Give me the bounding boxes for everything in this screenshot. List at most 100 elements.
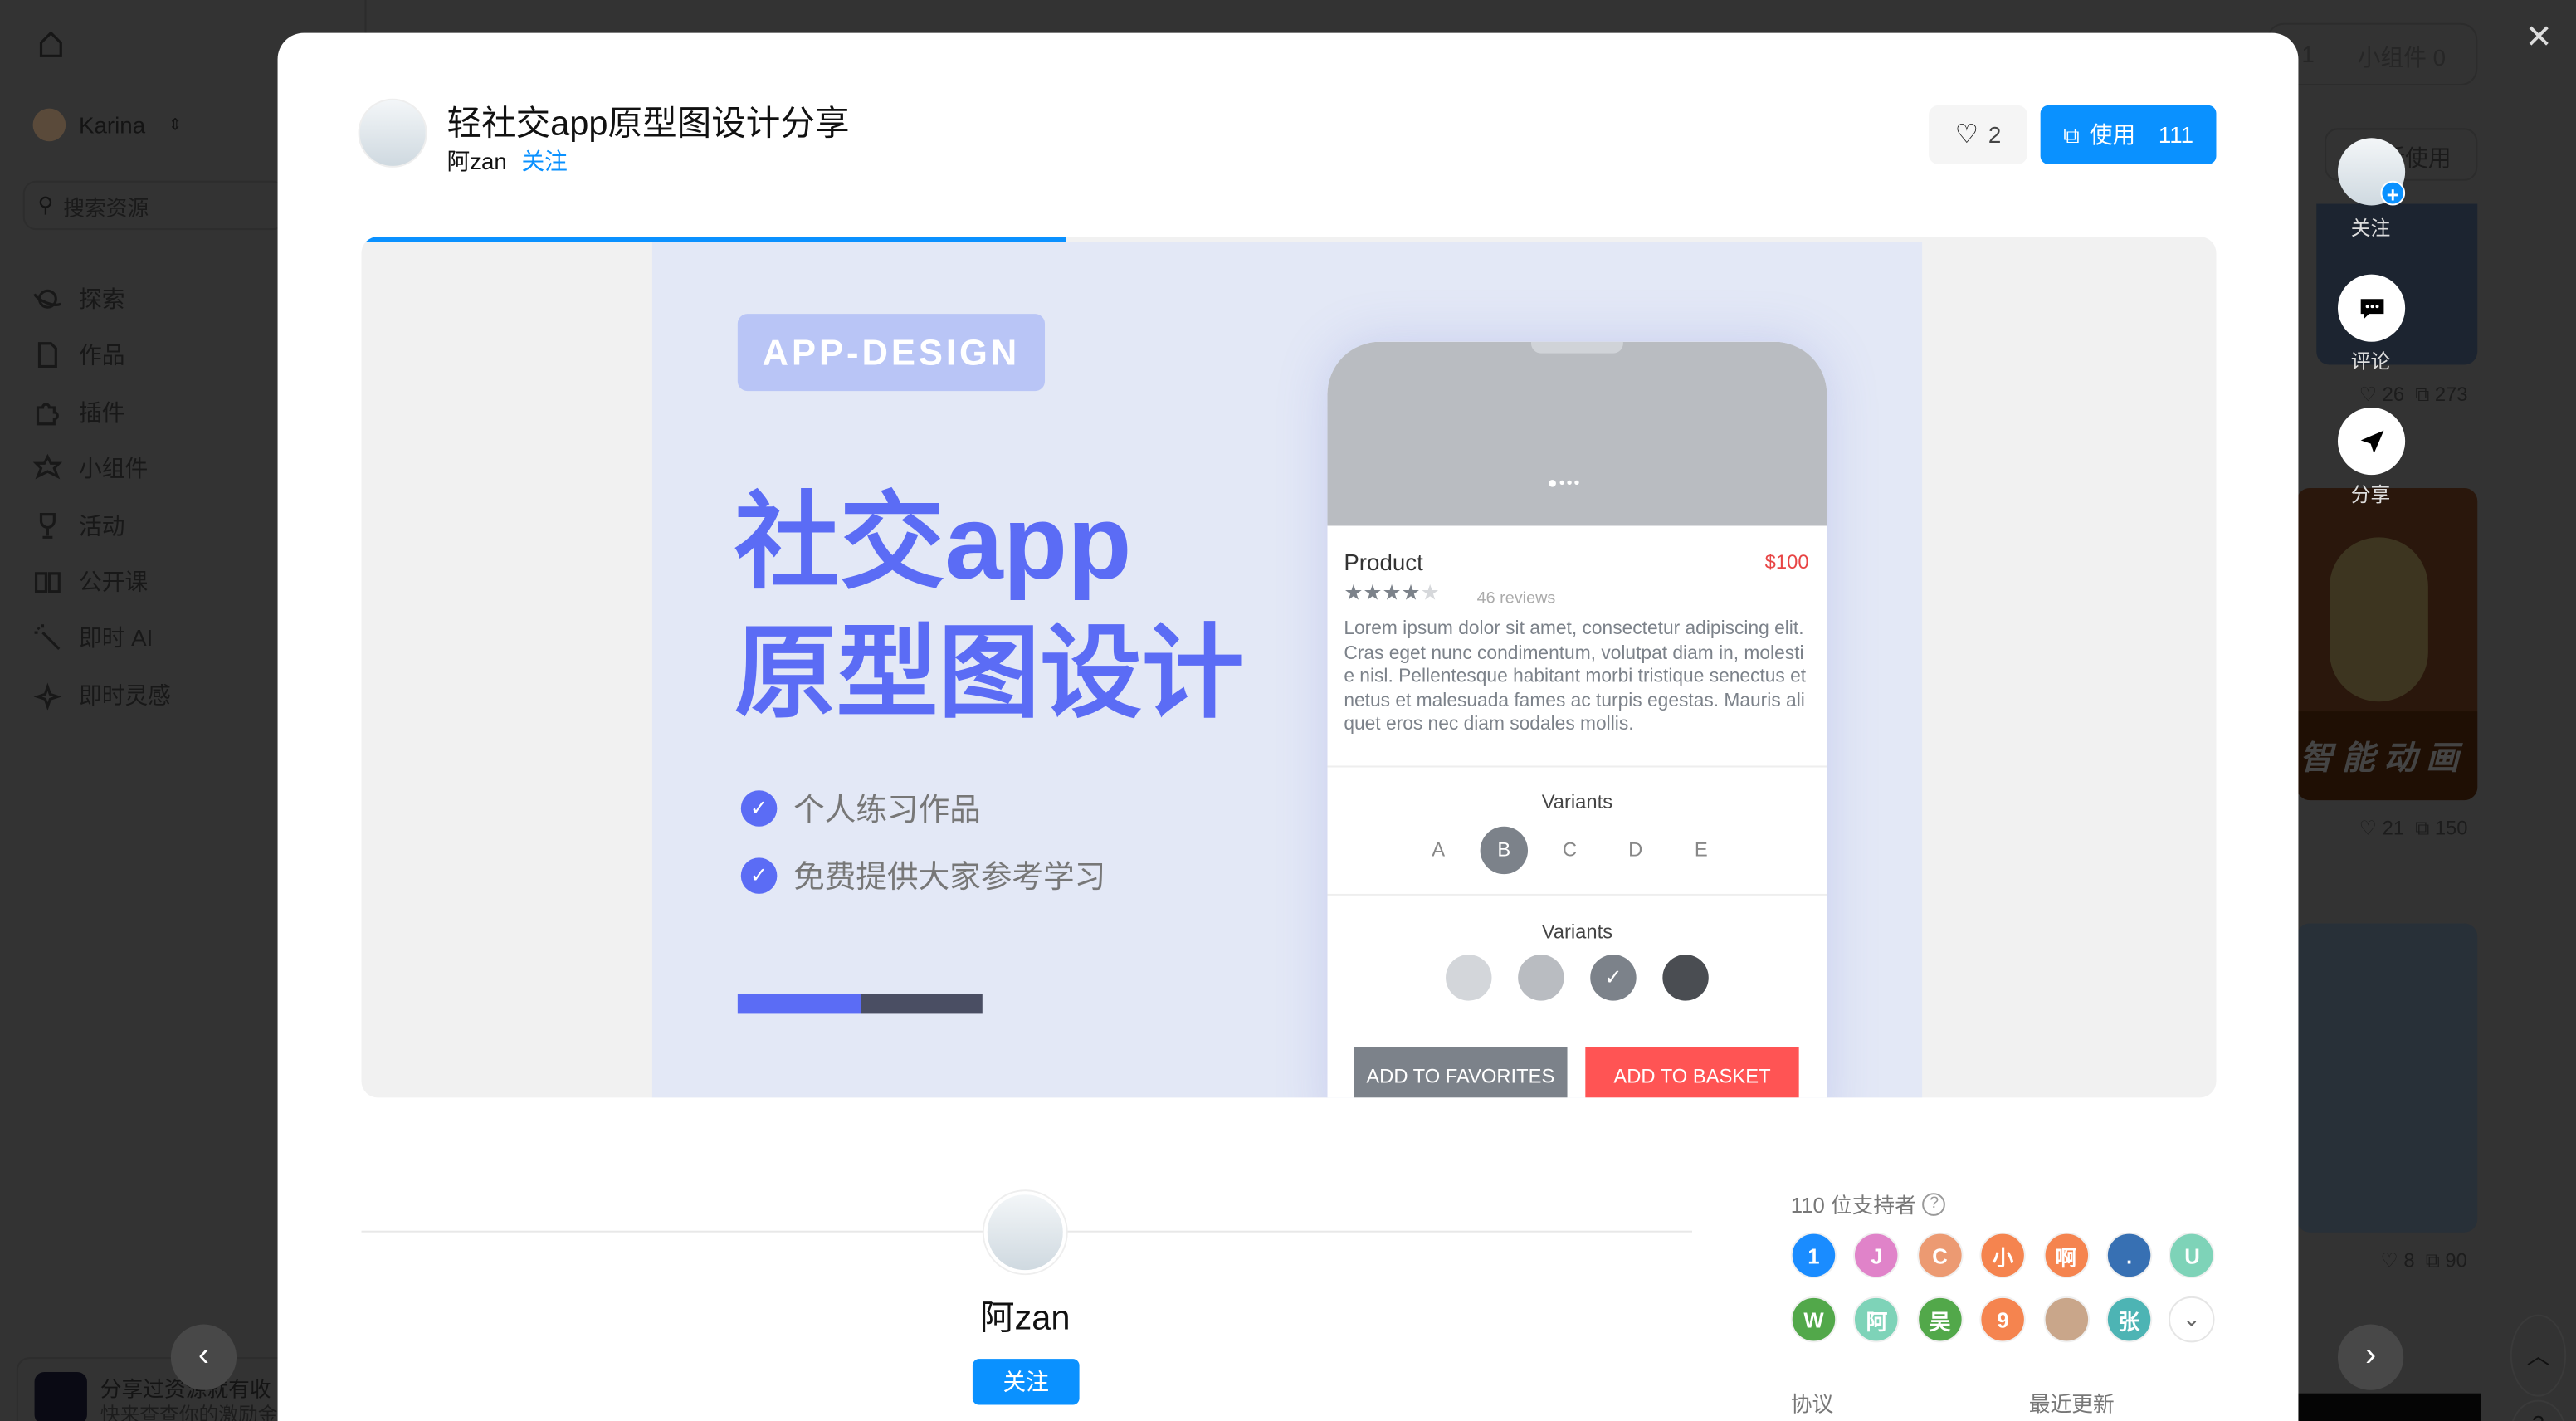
user-name: Karina: [79, 111, 146, 139]
use-count: 111: [2158, 121, 2194, 149]
supporter-avatar[interactable]: C: [1916, 1232, 1964, 1279]
card-likes: 21: [2382, 816, 2405, 840]
planet-icon: [33, 289, 61, 309]
search-icon: ⚲: [37, 192, 54, 217]
close-icon[interactable]: ✕: [2525, 17, 2553, 57]
sidebar-item-2[interactable]: 插件: [33, 396, 125, 429]
share-action-label: 分享: [2350, 483, 2391, 506]
review-count: 46 reviews: [1476, 589, 1556, 608]
headline-1: 社交app: [734, 483, 1132, 602]
color-options: ✓: [1446, 955, 1709, 1001]
variants-label: Variants: [1541, 790, 1613, 813]
supporter-avatar[interactable]: 啊: [2042, 1232, 2090, 1279]
search-input[interactable]: ⚲ 搜索资源: [22, 180, 286, 231]
author-name[interactable]: 阿zan: [446, 148, 506, 174]
product-price: $100: [1764, 550, 1809, 574]
rating-stars: ★★★★★: [1344, 579, 1440, 605]
check-circle-icon: ✓: [740, 789, 778, 826]
bullet-2: ✓ 免费提供大家参考学习: [740, 852, 1105, 896]
like-button[interactable]: ♡ 2: [1929, 105, 2027, 164]
use-button[interactable]: ⧉ 使用 111: [2040, 105, 2217, 164]
supporter-avatar[interactable]: J: [1853, 1232, 1900, 1279]
card-uses: 150: [2434, 816, 2468, 840]
add-to-favorites-button: ADD TO FAVORITES: [1354, 1047, 1568, 1098]
variant-option: E: [1694, 837, 1708, 862]
book-icon: [34, 572, 61, 593]
expand-supporters-button[interactable]: ⌄: [2169, 1296, 2215, 1343]
license-label: 协议: [1790, 1391, 1834, 1417]
sidebar-item-4[interactable]: 活动: [33, 509, 125, 542]
author-follow-button[interactable]: 关注: [972, 1359, 1080, 1405]
card-uses: 90: [2445, 1248, 2467, 1272]
supporters-title: 110 位支持者: [1790, 1193, 1916, 1218]
chevron-updown-icon: ⇕: [168, 115, 183, 134]
product-image: ●•••: [1327, 341, 1827, 526]
supporter-avatar[interactable]: 张: [2105, 1296, 2153, 1343]
supporter-avatar[interactable]: W: [1790, 1296, 1837, 1343]
supporter-avatar[interactable]: U: [2169, 1232, 2216, 1279]
supporter-avatar[interactable]: 9: [1979, 1296, 2027, 1343]
variant-option: B: [1480, 826, 1529, 875]
variant-option: A: [1432, 837, 1446, 862]
supporter-avatar[interactable]: 小: [1979, 1232, 2027, 1279]
scroll-top-button[interactable]: ︿: [2510, 1314, 2567, 1397]
supporter-avatar[interactable]: [2042, 1296, 2090, 1343]
supporter-avatar[interactable]: .: [2105, 1232, 2153, 1279]
bg-card-2[interactable]: 智 能 动 画: [2296, 487, 2478, 801]
bg-card-3[interactable]: [2296, 923, 2478, 1233]
user-avatar: [32, 108, 66, 142]
user-switcher[interactable]: Karina ⇕: [32, 108, 183, 142]
sidebar-item-label: 小组件: [79, 455, 149, 482]
product-description: Lorem ipsum dolor sit amet, consectetur …: [1344, 619, 1807, 735]
help-button[interactable]: ?: [2510, 1399, 2567, 1421]
sidebar-item-1[interactable]: 作品: [33, 339, 125, 373]
preview-area[interactable]: APP-DESIGN 社交app 原型图设计 ✓ 个人练习作品 ✓ 免费提供大家…: [361, 237, 2217, 1098]
headline-2: 原型图设计: [734, 618, 1244, 731]
next-button[interactable]: ›: [2337, 1324, 2404, 1390]
preview-image: APP-DESIGN 社交app 原型图设计 ✓ 个人练习作品 ✓ 免费提供大家…: [651, 242, 1923, 1098]
use-label: 使用: [2089, 121, 2136, 149]
tabs-box: 1 小组件 0: [2266, 22, 2478, 85]
sidebar-item-label: 公开课: [79, 568, 149, 595]
author-card-name: 阿zan: [979, 1299, 1071, 1338]
bullet-text: 个人练习作品: [793, 794, 981, 828]
search-placeholder: 搜索资源: [63, 194, 149, 220]
author-card-avatar[interactable]: [983, 1191, 1066, 1274]
supporter-avatar[interactable]: 1: [1790, 1232, 1837, 1279]
author-avatar[interactable]: [358, 98, 427, 168]
color-swatch: [1518, 955, 1564, 1001]
sidebar-item-7[interactable]: 即时灵感: [33, 678, 171, 711]
supporters-list: 1 J C 小啊. U W 阿吴 9 张 ⌄: [1790, 1232, 2234, 1364]
previous-button[interactable]: ‹: [170, 1324, 237, 1390]
supporter-avatar[interactable]: 吴: [1916, 1296, 1964, 1343]
plus-icon: +: [2380, 180, 2406, 207]
sidebar-item-3[interactable]: 小组件: [32, 452, 149, 486]
promo-icon: [34, 1371, 87, 1421]
tab-widgets[interactable]: 小组件 0: [2358, 41, 2446, 74]
copy-icon: ⧉: [2063, 120, 2080, 148]
heart-icon: ♡: [1954, 121, 1978, 150]
sidebar-item-0[interactable]: 探索: [33, 282, 125, 315]
sidebar-item-5[interactable]: 公开课: [33, 565, 149, 598]
sidebar-item-label: 即时灵感: [79, 681, 171, 708]
color-swatch: [1446, 955, 1492, 1001]
sidebar-item-label: 即时 AI: [79, 625, 154, 652]
design-badge: APP-DESIGN: [737, 314, 1046, 392]
help-icon[interactable]: ?: [1922, 1192, 1946, 1215]
bg-card-4[interactable]: [2296, 1393, 2481, 1421]
puzzle-icon: [36, 403, 59, 425]
variant-option: D: [1628, 837, 1643, 862]
card-likes: 26: [2382, 383, 2405, 406]
tab-count[interactable]: 1: [2301, 41, 2314, 67]
sidebar-item-6[interactable]: 即时 AI: [33, 622, 154, 655]
home-icon[interactable]: [37, 30, 66, 60]
share-button[interactable]: [2337, 407, 2406, 476]
sparkle-icon: [33, 682, 62, 710]
resource-title: 轻社交app原型图设计分享: [446, 105, 850, 144]
sidebar-item-label: 活动: [79, 511, 125, 539]
comment-button[interactable]: [2337, 274, 2406, 342]
follow-link[interactable]: 关注: [521, 148, 567, 174]
product-name: Product: [1344, 549, 1423, 575]
supporter-avatar[interactable]: 阿: [1853, 1296, 1900, 1343]
comment-action-label: 评论: [2350, 349, 2391, 374]
